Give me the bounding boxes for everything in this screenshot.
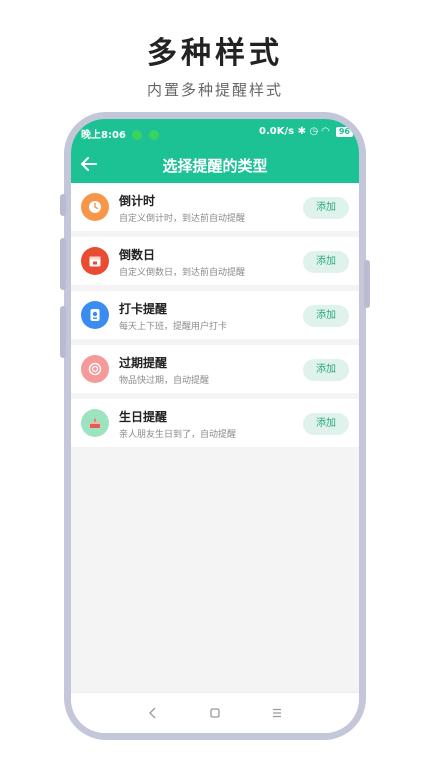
clock-icon <box>81 193 109 221</box>
item-name: 倒计时 <box>119 194 156 208</box>
status-time-text: 晚上8:06 <box>81 130 126 141</box>
add-countdown-days-button[interactable]: 添加 <box>303 251 349 273</box>
promo-title: 多种样式 <box>147 36 283 71</box>
wifi-icon: ◠ <box>321 126 330 137</box>
phone-side-button <box>60 306 66 358</box>
toolbar: 选择提醒的类型 <box>71 145 359 183</box>
phone-side-button <box>364 260 370 308</box>
network-speed: 0.0K/s <box>259 126 295 137</box>
phone-side-button <box>60 194 66 216</box>
system-nav-bar <box>71 692 359 733</box>
expire-icon <box>81 355 109 383</box>
add-expiry-button[interactable]: 添加 <box>303 359 349 381</box>
item-description: 自定义倒数日，到达前自动提醒 <box>119 268 246 278</box>
notification-icon <box>132 130 143 140</box>
list-item-birthday[interactable]: 生日提醒 亲人朋友生日到了，自动提醒 添加 <box>71 399 359 447</box>
promo-subtitle: 内置多种提醒样式 <box>146 81 283 99</box>
item-description: 亲人朋友生日到了，自动提醒 <box>119 430 237 440</box>
phone-side-button <box>60 238 66 290</box>
battery-icon: 96 <box>335 127 353 137</box>
bluetooth-icon: ✱ <box>297 126 306 137</box>
add-birthday-button[interactable]: 添加 <box>303 413 349 435</box>
page-title: 选择提醒的类型 <box>162 157 268 175</box>
item-description: 每天上下班，提醒用户打卡 <box>119 322 228 332</box>
item-description: 自定义倒计时，到达前自动提醒 <box>119 214 246 224</box>
status-right: 0.0K/s ✱ ◷ ◠ 96 <box>259 126 353 137</box>
alarm-icon: ◷ <box>309 126 319 137</box>
list-item-clock-in[interactable]: 打卡提醒 每天上下班，提醒用户打卡 添加 <box>71 291 359 339</box>
reminder-type-list: 倒计时 自定义倒计时，到达前自动提醒 添加 倒数日 自定义倒数日，到达前自动提醒… <box>71 183 359 453</box>
nav-home-icon[interactable] <box>205 705 225 721</box>
phone-screen: 晚上8:06 0.0K/s ✱ ◷ ◠ 96 选择提醒的类型 倒计时 自定义倒计… <box>71 119 359 733</box>
item-name: 过期提醒 <box>119 356 168 370</box>
nav-back-icon[interactable] <box>143 705 163 721</box>
item-name: 打卡提醒 <box>119 302 168 316</box>
phone-frame: 晚上8:06 0.0K/s ✱ ◷ ◠ 96 选择提醒的类型 倒计时 自定义倒计… <box>60 112 370 740</box>
item-name: 生日提醒 <box>119 410 168 424</box>
clock-in-icon <box>81 301 109 329</box>
item-name: 倒数日 <box>119 248 156 262</box>
status-bar: 晚上8:06 0.0K/s ✱ ◷ ◠ 96 <box>71 119 359 145</box>
item-description: 物品快过期，自动提醒 <box>119 376 210 386</box>
list-item-countdown-days[interactable]: 倒数日 自定义倒数日，到达前自动提醒 添加 <box>71 237 359 285</box>
status-time: 晚上8:06 <box>81 126 159 141</box>
list-item-expiry[interactable]: 过期提醒 物品快过期，自动提醒 添加 <box>71 345 359 393</box>
list-item-countdown[interactable]: 倒计时 自定义倒计时，到达前自动提醒 添加 <box>71 183 359 231</box>
calendar-icon <box>81 247 109 275</box>
cake-icon <box>81 409 109 437</box>
nav-menu-icon[interactable] <box>267 705 287 721</box>
notification-icon <box>148 130 159 140</box>
add-countdown-button[interactable]: 添加 <box>303 197 349 219</box>
add-clock-in-button[interactable]: 添加 <box>303 305 349 327</box>
